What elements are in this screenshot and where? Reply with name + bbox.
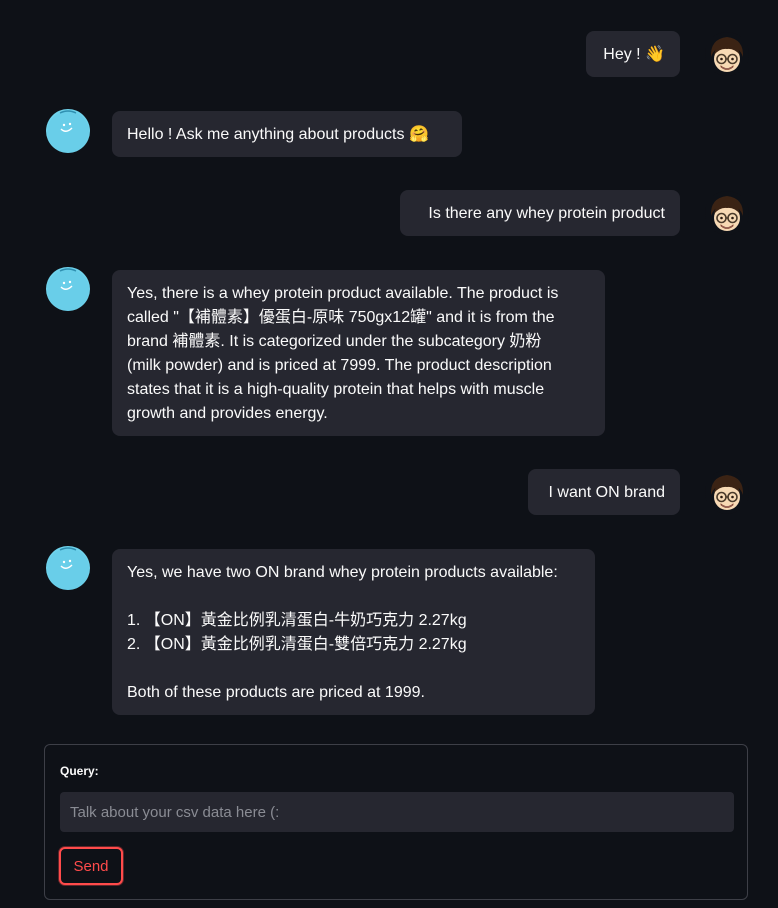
assistant-message: Hello ! Ask me anything about products 🤗 [112,111,462,157]
query-label: Query: [60,764,99,778]
assistant-message: Yes, there is a whey protein product ava… [112,270,605,436]
assistant-avatar-icon [45,266,91,312]
assistant-avatar-icon [45,108,91,154]
user-message: Hey ! 👋 [586,31,680,77]
user-avatar-icon [704,469,750,515]
query-input[interactable] [60,792,734,832]
user-avatar-icon [704,31,750,77]
user-message: Is there any whey protein product [400,190,680,236]
assistant-avatar-icon [45,545,91,591]
chat-page: Hey ! 👋 Hello ! Ask me anything about pr… [0,0,778,908]
send-button[interactable]: Send [59,847,123,885]
user-avatar-icon [704,190,750,236]
query-form: Query: Send [44,744,748,900]
user-message: I want ON brand [528,469,680,515]
assistant-message: Yes, we have two ON brand whey protein p… [112,549,595,715]
